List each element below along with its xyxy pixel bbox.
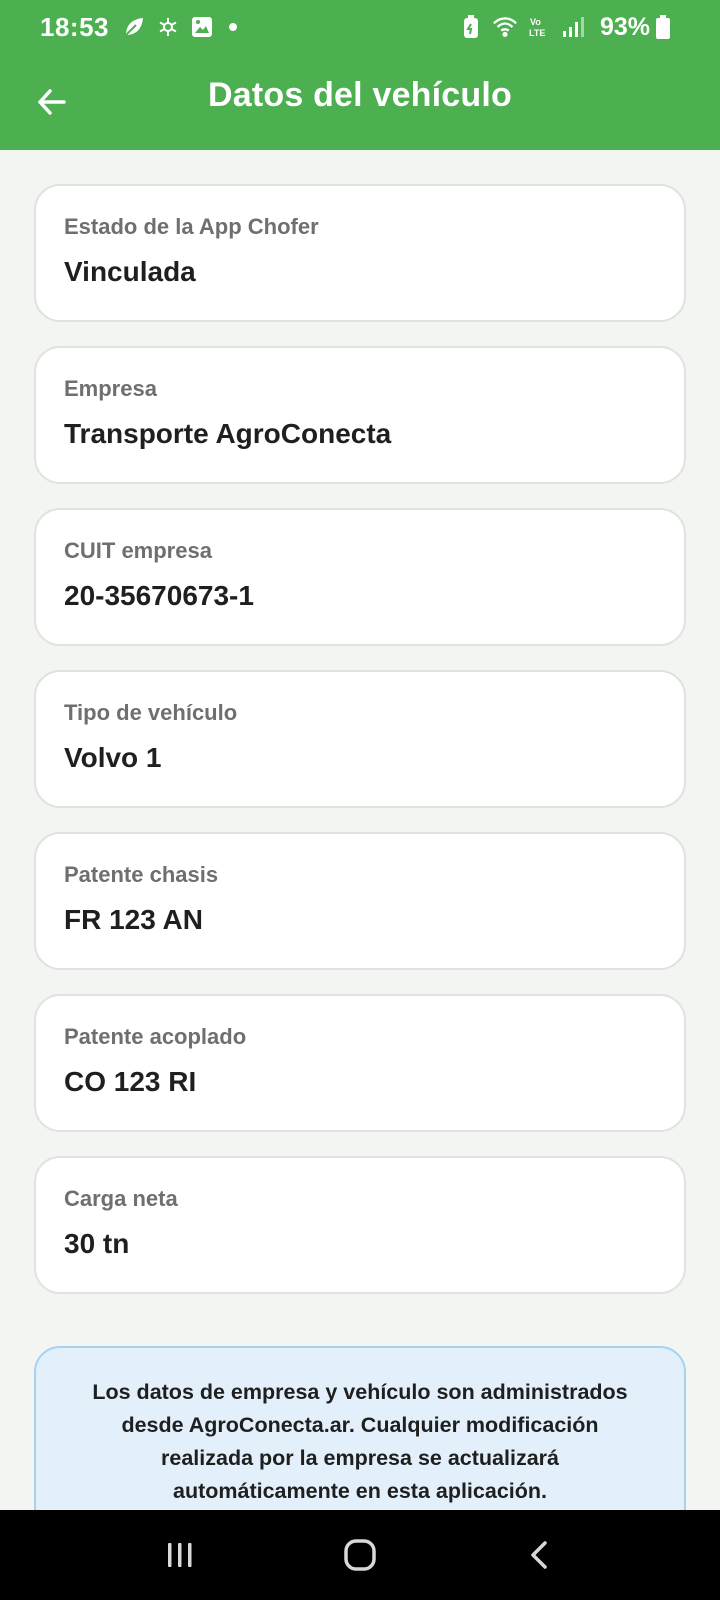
battery-saver-icon [458,14,484,40]
screen: 18:53 Vo LTE 93% Datos del vehículo Esta… [0,0,720,1600]
wifi-icon [492,14,518,40]
vehicle-data-list: Estado de la App Chofer Vinculada Empres… [34,184,686,1318]
card-label: Carga neta [64,1186,178,1211]
svg-text:LTE: LTE [529,28,545,38]
card-label: Estado de la App Chofer [64,214,319,239]
card-value: Volvo 1 [64,742,162,773]
status-bar-right: Vo LTE 93% [458,13,684,42]
image-icon [189,14,215,40]
page-title: Datos del vehículo [207,76,512,114]
system-nav-bar [0,1510,720,1600]
info-line: automáticamente en esta aplicación. [173,1479,547,1503]
svg-text:Vo: Vo [530,17,541,27]
card-company: Empresa Transporte AgroConecta [34,346,686,484]
card-value: FR 123 AN [64,904,204,935]
status-time: 18:53 [40,11,109,42]
card-value: Vinculada [64,256,196,287]
card-label: Tipo de vehículo [64,700,238,725]
card-value: CO 123 RI [64,1066,197,1097]
openai-icon [155,14,181,40]
home-button[interactable] [330,1525,390,1585]
back-icon [531,1541,547,1569]
status-bar-left: 18:53 [40,12,237,43]
info-line: realizada por la empresa se actualizará [161,1446,559,1470]
recent-apps-button[interactable] [150,1525,210,1585]
card-company-cuit: CUIT empresa 20-35670673-1 [34,508,686,646]
battery-percentage: 93% [599,12,650,41]
card-trailer-plate: Patente acoplado CO 123 RI [34,994,686,1132]
card-net-load: Carga neta 30 tn [34,1156,686,1294]
dot-icon [229,23,237,31]
card-value: 30 tn [64,1228,130,1259]
card-chassis-plate: Patente chasis FR 123 AN [34,832,686,970]
card-label: Patente acoplado [64,1024,247,1049]
home-icon [344,1539,376,1571]
battery-icon [650,14,676,40]
card-label: Empresa [64,376,157,401]
card-vehicle-type: Tipo de vehículo Volvo 1 [34,670,686,808]
app-bar: Datos del vehículo [0,54,720,150]
recent-apps-icon [168,1543,192,1567]
card-app-status: Estado de la App Chofer Vinculada [34,184,686,322]
card-label: Patente chasis [64,862,219,887]
info-line: desde AgroConecta.ar. Cualquier modifica… [121,1413,599,1437]
leaf-icon [121,14,147,40]
card-value: Transporte AgroConecta [64,418,392,449]
info-line: Los datos de empresa y vehículo son admi… [92,1380,628,1404]
nav-back-button[interactable] [510,1525,570,1585]
status-bar: 18:53 Vo LTE 93% [0,0,720,54]
card-label: CUIT empresa [64,538,212,563]
signal-icon [560,14,586,40]
volte-icon: Vo LTE [526,14,552,40]
card-value: 20-35670673-1 [64,580,254,611]
